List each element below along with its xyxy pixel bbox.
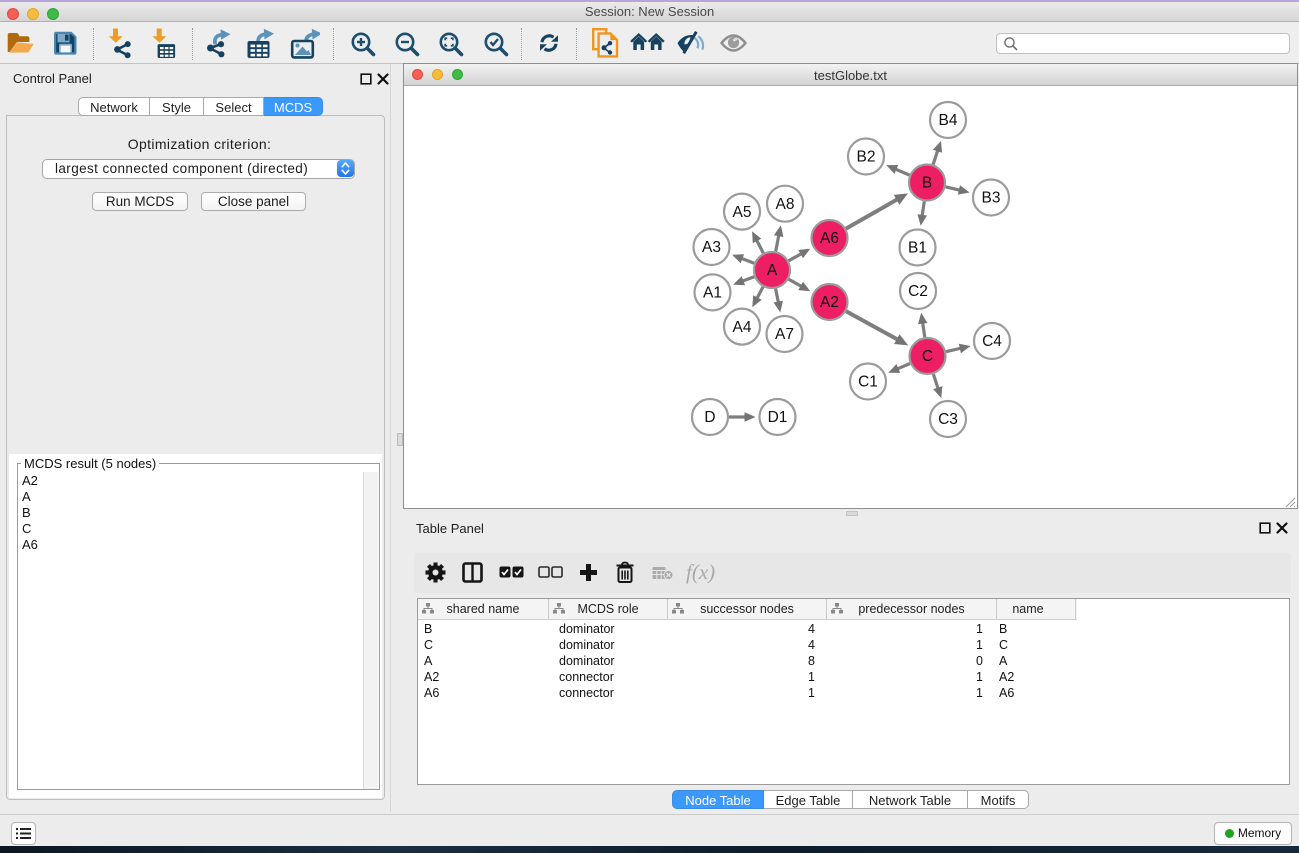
svg-text:D: D bbox=[704, 409, 715, 426]
svg-text:B1: B1 bbox=[908, 240, 927, 257]
svg-text:B: B bbox=[922, 175, 932, 192]
svg-text:C1: C1 bbox=[858, 374, 878, 391]
svg-text:A1: A1 bbox=[703, 285, 722, 302]
svg-text:B3: B3 bbox=[982, 190, 1001, 207]
svg-text:B4: B4 bbox=[939, 112, 958, 129]
svg-text:A6: A6 bbox=[820, 230, 839, 247]
svg-text:A4: A4 bbox=[733, 319, 752, 336]
svg-text:A3: A3 bbox=[702, 239, 721, 256]
svg-text:C3: C3 bbox=[938, 411, 958, 428]
svg-text:C4: C4 bbox=[982, 333, 1002, 350]
svg-text:A2: A2 bbox=[820, 294, 839, 311]
svg-text:B2: B2 bbox=[857, 149, 876, 166]
svg-text:A8: A8 bbox=[776, 196, 795, 213]
svg-text:A5: A5 bbox=[733, 204, 752, 221]
svg-text:C2: C2 bbox=[908, 283, 928, 300]
svg-text:D1: D1 bbox=[768, 409, 788, 426]
svg-text:A7: A7 bbox=[775, 326, 794, 343]
svg-text:A: A bbox=[767, 262, 778, 279]
svg-text:C: C bbox=[922, 348, 933, 365]
